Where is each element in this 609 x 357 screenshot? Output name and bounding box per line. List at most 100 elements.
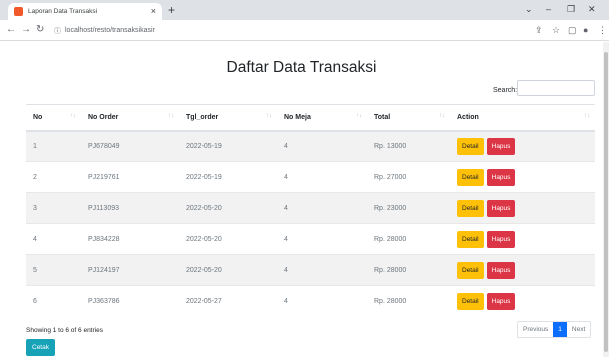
transactions-table: No ↑↓ No Order ↑↓ Tgl_order ↑↓ No Meja ↑↓ To… — [26, 104, 595, 317]
detail-button[interactable]: Detail — [457, 292, 484, 310]
url-field[interactable]: ⓘ localhost/resto/transaksikasir — [54, 23, 514, 38]
cell-no: 2 — [26, 161, 81, 193]
cell-total: Rp. 28000 — [367, 223, 450, 255]
cell-total: Rp. 23000 — [367, 192, 450, 224]
hapus-button[interactable]: Hapus — [486, 199, 516, 217]
sort-icon: ↑↓ — [439, 113, 445, 119]
cell-meja: 4 — [277, 192, 367, 224]
cell-total: Rp. 28000 — [367, 254, 450, 286]
cell-tgl: 2022-05-27 — [179, 285, 277, 317]
detail-button[interactable]: Detail — [457, 230, 484, 248]
sort-icon: ↑↓ — [584, 113, 590, 119]
minimize-button[interactable]: – — [546, 2, 551, 16]
table-row: 3 PJ113093 2022-05-20 4 Rp. 23000 Detail… — [26, 192, 595, 224]
new-tab-button[interactable]: + — [168, 3, 175, 17]
detail-button[interactable]: Detail — [457, 261, 484, 279]
cell-no: 4 — [26, 223, 81, 255]
cell-tgl: 2022-05-19 — [179, 130, 277, 162]
cell-order: PJ363786 — [81, 285, 179, 317]
cell-action: Detail Hapus — [450, 223, 595, 255]
page-content: Daftar Data Transaksi Search: No ↑↓ No Or… — [0, 42, 603, 357]
restore-button[interactable]: ❐ — [567, 2, 575, 16]
cell-order: PJ678049 — [81, 130, 179, 162]
cell-action: Detail Hapus — [450, 254, 595, 286]
column-header-no-order[interactable]: No Order ↑↓ — [81, 104, 179, 132]
hapus-button[interactable]: Hapus — [486, 137, 516, 155]
tab-close-icon[interactable]: × — [151, 7, 156, 16]
detail-button[interactable]: Detail — [457, 199, 484, 217]
browser-tab-bar: Laporan Data Transaksi × + ⌄ – ❐ ✕ — [0, 0, 609, 20]
cell-meja: 4 — [277, 254, 367, 286]
cell-order: PJ219761 — [81, 161, 179, 193]
cell-action: Detail Hapus — [450, 130, 595, 162]
cell-meja: 4 — [277, 223, 367, 255]
hapus-button[interactable]: Hapus — [486, 230, 516, 248]
share-icon[interactable]: ⇪ — [535, 23, 543, 37]
detail-button[interactable]: Detail — [457, 137, 484, 155]
close-window-button[interactable]: ✕ — [588, 2, 596, 16]
page-title: Daftar Data Transaksi — [226, 59, 377, 76]
column-header-no-meja[interactable]: No Meja ↑↓ — [277, 104, 367, 132]
table-row: 4 PJ834228 2022-05-20 4 Rp. 28000 Detail… — [26, 223, 595, 255]
search-input[interactable] — [517, 80, 595, 96]
cell-meja: 4 — [277, 130, 367, 162]
profile-icon[interactable]: ● — [583, 23, 588, 37]
cell-action: Detail Hapus — [450, 161, 595, 193]
pagination: Previous 1 Next — [517, 321, 592, 338]
table-row: 5 PJ124197 2022-05-20 4 Rp. 28000 Detail… — [26, 254, 595, 286]
sort-icon: ↑↓ — [266, 113, 272, 119]
url-text: localhost/resto/transaksikasir — [65, 27, 155, 34]
cell-meja: 4 — [277, 161, 367, 193]
cell-no: 3 — [26, 192, 81, 224]
column-header-action[interactable]: Action ↑↓ — [450, 104, 595, 132]
cell-order: PJ113093 — [81, 192, 179, 224]
cell-tgl: 2022-05-20 — [179, 254, 277, 286]
pagination-next[interactable]: Next — [567, 322, 590, 337]
table-info: Showing 1 to 6 of 6 entries — [26, 327, 103, 334]
favicon-icon — [14, 7, 23, 16]
column-header-no[interactable]: No ↑↓ — [26, 104, 81, 132]
browser-tab[interactable]: Laporan Data Transaksi × — [8, 3, 162, 20]
reload-icon[interactable]: ↻ — [36, 23, 44, 37]
cell-meja: 4 — [277, 285, 367, 317]
pagination-previous[interactable]: Previous — [518, 322, 553, 337]
cell-no: 6 — [26, 285, 81, 317]
sort-icon: ↑↓ — [356, 113, 362, 119]
info-icon: ⓘ — [54, 27, 61, 35]
sidebar-icon[interactable]: ▢ — [568, 23, 577, 37]
pagination-page-1[interactable]: 1 — [553, 322, 567, 337]
cell-total: Rp. 13000 — [367, 130, 450, 162]
table-row: 2 PJ219761 2022-05-19 4 Rp. 27000 Detail… — [26, 161, 595, 193]
sort-icon: ↑↓ — [168, 113, 174, 119]
detail-button[interactable]: Detail — [457, 168, 484, 186]
search-label: Search: — [493, 87, 518, 94]
forward-icon[interactable]: → — [21, 23, 31, 37]
scrollbar-thumb[interactable] — [604, 52, 608, 352]
cell-order: PJ124197 — [81, 254, 179, 286]
table-row: 6 PJ363786 2022-05-27 4 Rp. 28000 Detail… — [26, 285, 595, 317]
cell-total: Rp. 27000 — [367, 161, 450, 193]
cell-action: Detail Hapus — [450, 285, 595, 317]
cell-action: Detail Hapus — [450, 192, 595, 224]
back-icon[interactable]: ← — [6, 23, 16, 37]
cell-total: Rp. 28000 — [367, 285, 450, 317]
column-header-tgl-order[interactable]: Tgl_order ↑↓ — [179, 104, 277, 132]
address-bar: ← → ↻ ⓘ localhost/resto/transaksikasir ⇪… — [0, 20, 609, 41]
hapus-button[interactable]: Hapus — [486, 261, 516, 279]
hapus-button[interactable]: Hapus — [486, 292, 516, 310]
cell-tgl: 2022-05-20 — [179, 223, 277, 255]
cell-no: 5 — [26, 254, 81, 286]
cell-tgl: 2022-05-19 — [179, 161, 277, 193]
menu-icon[interactable]: ⋮ — [598, 23, 607, 37]
cetak-button[interactable]: Cetak — [26, 339, 55, 356]
table-header-row: No ↑↓ No Order ↑↓ Tgl_order ↑↓ No Meja ↑↓ To… — [26, 104, 595, 132]
bookmark-star-icon[interactable]: ☆ — [552, 23, 560, 37]
tab-search-icon[interactable]: ⌄ — [525, 2, 533, 16]
table-row: 1 PJ678049 2022-05-19 4 Rp. 13000 Detail… — [26, 130, 595, 162]
hapus-button[interactable]: Hapus — [486, 168, 516, 186]
cell-order: PJ834228 — [81, 223, 179, 255]
cell-tgl: 2022-05-20 — [179, 192, 277, 224]
column-header-total[interactable]: Total ↑↓ — [367, 104, 450, 132]
tab-title: Laporan Data Transaksi — [28, 8, 98, 15]
cell-no: 1 — [26, 130, 81, 162]
